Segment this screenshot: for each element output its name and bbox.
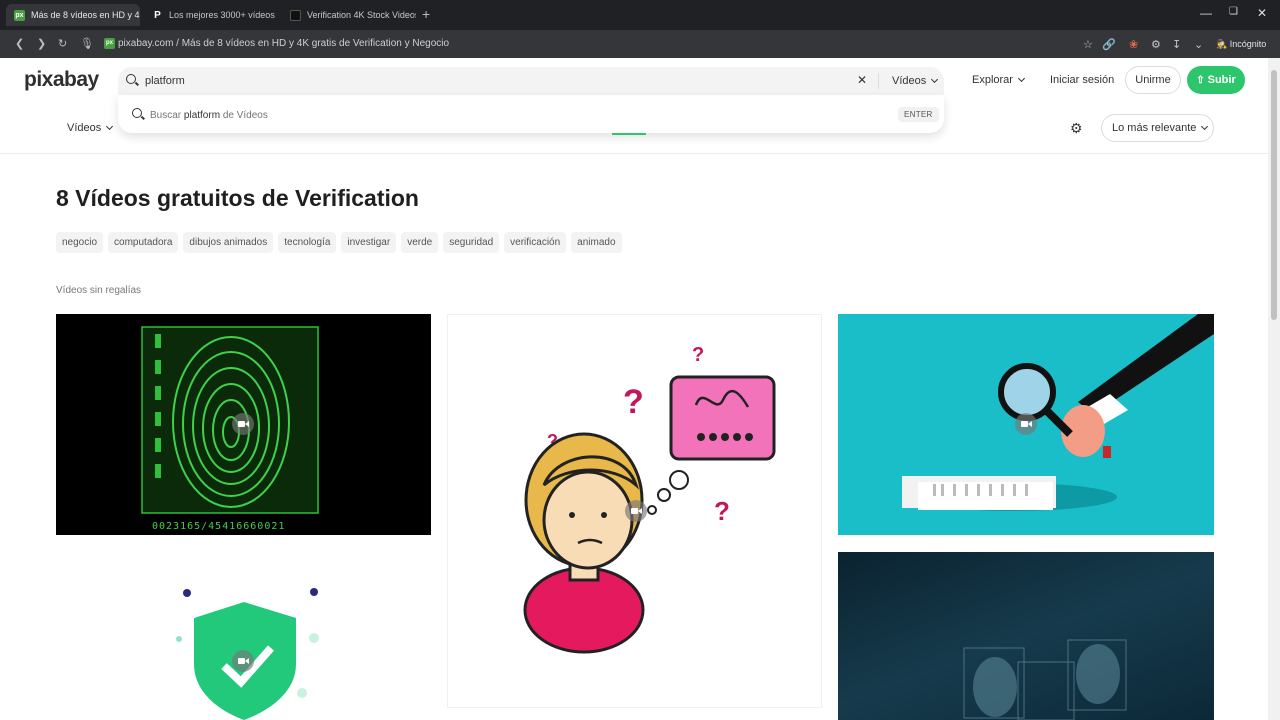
tag-chip[interactable]: verde [401, 232, 439, 253]
download-icon[interactable]: ↧ [1172, 38, 1181, 51]
active-tab-indicator [612, 133, 646, 135]
page-title: 8 Vídeos gratuitos de Verification [56, 185, 419, 211]
tab-title: Los mejores 3000+ vídeos de [169, 10, 276, 20]
video-thumbnail-magnifier[interactable] [838, 314, 1214, 535]
upload-icon: ⇧ [1196, 75, 1205, 86]
login-link[interactable]: Iniciar sesión [1050, 74, 1114, 86]
incognito-label: Incógnito [1229, 39, 1267, 49]
incognito-badge[interactable]: 🕵 Incógnito [1216, 39, 1266, 50]
site-favicon-icon [290, 9, 301, 21]
new-tab-icon[interactable]: + [422, 6, 430, 22]
search-suggestion[interactable]: Buscar platform de Vídeos ENTER [118, 95, 944, 133]
svg-text:?: ? [714, 496, 730, 526]
fingerprint-caption: 0023165/45416660021 [152, 521, 286, 532]
video-camera-icon [232, 650, 254, 672]
tag-chip[interactable]: computadora [108, 232, 179, 253]
section-label: Vídeos sin regalías [56, 285, 142, 296]
tag-chip[interactable]: investigar [341, 232, 397, 253]
header-divider [0, 153, 1268, 154]
restore-icon[interactable]: ❏ [1229, 6, 1238, 17]
extensions-puzzle-icon[interactable]: ⚙ [1151, 38, 1161, 51]
tag-chip[interactable]: animado [571, 232, 622, 253]
tag-list: negocio computadora dibujos animados tec… [56, 232, 622, 253]
svg-text:?: ? [623, 383, 644, 421]
video-camera-icon [1015, 413, 1037, 435]
sort-select[interactable]: Lo más relevante [1101, 114, 1214, 142]
shield-image [176, 588, 319, 720]
explore-menu[interactable]: Explorar [972, 74, 1026, 86]
site-info-icon[interactable]: px [104, 38, 115, 49]
pixabay-favicon-icon: px [14, 9, 25, 21]
link-icon[interactable]: 🔗 [1102, 38, 1116, 51]
tag-chip[interactable]: tecnología [278, 232, 337, 253]
video-camera-icon [625, 500, 647, 522]
close-window-icon[interactable]: ✕ [1257, 6, 1267, 20]
tag-chip[interactable]: dibujos animados [183, 232, 274, 253]
chevron-down-icon [1017, 74, 1026, 83]
upload-label: Subir [1207, 74, 1236, 86]
video-camera-icon [232, 413, 254, 435]
pixabay-logo[interactable]: pixabay [24, 68, 99, 92]
suggestion-prefix: Buscar [150, 110, 182, 121]
tab-title: Verification 4K Stock Videos & [307, 10, 416, 20]
tab-title: Más de 8 vídeos en HD y 4K g [31, 10, 140, 20]
page: pixabay platform ✕ Vídeos Buscar platfor… [0, 58, 1268, 720]
video-thumbnail-confused-person[interactable]: ? ? ? ? [447, 314, 822, 708]
browser-tabbar: px Más de 8 vídeos en HD y 4K g P Los me… [0, 0, 1280, 30]
gear-icon[interactable]: ⚙ [1070, 120, 1083, 137]
explore-label: Explorar [972, 74, 1013, 86]
media-type-select[interactable]: Vídeos [892, 75, 939, 87]
media-type-label: Vídeos [892, 75, 927, 87]
search-bar[interactable]: platform ✕ Vídeos [118, 67, 944, 95]
scrollbar-thumb[interactable] [1271, 70, 1277, 320]
divider [878, 73, 879, 89]
face-recognition-image [963, 639, 1127, 720]
address-bar-url[interactable]: pixabay.com / Más de 8 vídeos en HD y 4K… [118, 38, 449, 49]
bookmark-star-icon[interactable]: ☆ [1083, 38, 1093, 51]
extension-icon[interactable]: ❀ [1129, 38, 1138, 51]
chevron-down-icon [931, 75, 939, 84]
tag-chip[interactable]: negocio [56, 232, 104, 253]
reload-icon[interactable]: ↻ [58, 37, 67, 50]
video-thumbnail-face-recognition[interactable] [838, 552, 1214, 720]
back-icon[interactable]: ❮ [15, 37, 24, 50]
search-icon [126, 74, 136, 84]
search-input[interactable]: platform [145, 75, 185, 87]
chevron-down-icon [106, 122, 114, 131]
subnav-type-label: Vídeos [67, 122, 102, 134]
suggestion-term: platform [183, 110, 221, 121]
page-scrollbar[interactable] [1268, 58, 1280, 720]
forward-icon[interactable]: ❯ [37, 37, 46, 50]
chevron-down-icon [1201, 122, 1209, 131]
clear-search-icon[interactable]: ✕ [857, 73, 867, 87]
minimize-icon[interactable]: — [1200, 6, 1212, 20]
video-thumbnail-shield[interactable] [56, 554, 431, 720]
video-thumbnail-fingerprint[interactable]: 0023165/45416660021 [56, 314, 431, 535]
browser-tab-active[interactable]: px Más de 8 vídeos en HD y 4K g [6, 4, 140, 26]
suggestion-suffix: de Vídeos [222, 110, 268, 121]
sort-label: Lo más relevante [1112, 122, 1197, 134]
enter-key-badge: ENTER [898, 107, 939, 122]
browser-tab[interactable]: P Los mejores 3000+ vídeos de [144, 4, 276, 26]
tag-chip[interactable]: seguridad [443, 232, 500, 253]
browser-toolbar: ❮ ❯ ↻ 🎙 px pixabay.com / Más de 8 vídeos… [0, 30, 1280, 58]
subnav-type-select[interactable]: Vídeos [67, 122, 114, 134]
search-icon [132, 108, 142, 118]
join-button[interactable]: Unirme [1125, 66, 1181, 94]
suggestion-text: Buscar platform de Vídeos [150, 110, 268, 121]
p-favicon-icon: P [154, 9, 161, 21]
tag-chip[interactable]: verificación [504, 232, 567, 253]
chevron-down-icon[interactable]: ⌄ [1194, 38, 1203, 51]
svg-text:?: ? [692, 344, 704, 366]
upload-button[interactable]: ⇧ Subir [1187, 66, 1245, 94]
browser-tab[interactable]: Verification 4K Stock Videos & [282, 4, 416, 26]
microphone-icon[interactable]: 🎙 [80, 37, 94, 50]
